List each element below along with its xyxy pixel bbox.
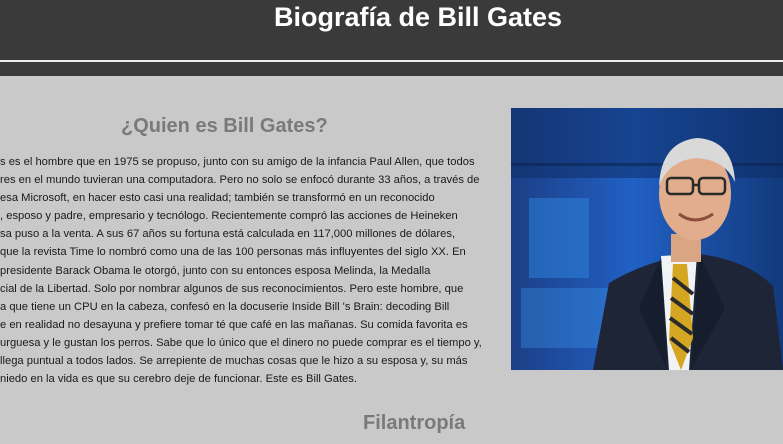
page-title: Biografía de Bill Gates [273,2,563,32]
bio-line: s es el hombre que en 1975 se propuso, j… [0,156,475,168]
section-heading-philanthropy: Filantropía [363,412,466,434]
bio-line: esa Microsoft, en hacer esto casi una re… [0,192,435,205]
bio-line: niedo en la vida es que su cerebro deje … [0,373,357,386]
bio-line: presidente Barack Obama le otorgó, junto… [0,264,431,277]
bio-line: a que tiene un CPU en la cabeza, confesó… [0,300,450,313]
bio-line: que la revista Time lo nombró como una d… [0,246,466,259]
bio-line: sa puso a la venta. A sus 67 años su for… [0,228,456,241]
bio-line: cial de la Libertad. Solo por nombrar al… [0,282,464,295]
header-band [0,62,783,76]
section-heading-who: ¿Quien es Bill Gates? [121,115,328,137]
bio-line: e en realidad no desayuna y prefiere tom… [0,318,468,331]
page-header: Biografía de Bill Gates [0,0,783,60]
bio-line: res en el mundo tuvieran una computadora… [0,174,480,187]
bill-gates-photo [511,108,783,370]
bio-line: llega puntual a todos lados. Se arrepien… [0,355,468,368]
bio-line: urguesa y le gustan los perros. Sabe que… [0,336,482,349]
biography-paragraph: s es el hombre que en 1975 se propuso, j… [0,153,512,388]
bio-line: , esposo y padre, empresario y tecnólogo… [0,210,458,223]
